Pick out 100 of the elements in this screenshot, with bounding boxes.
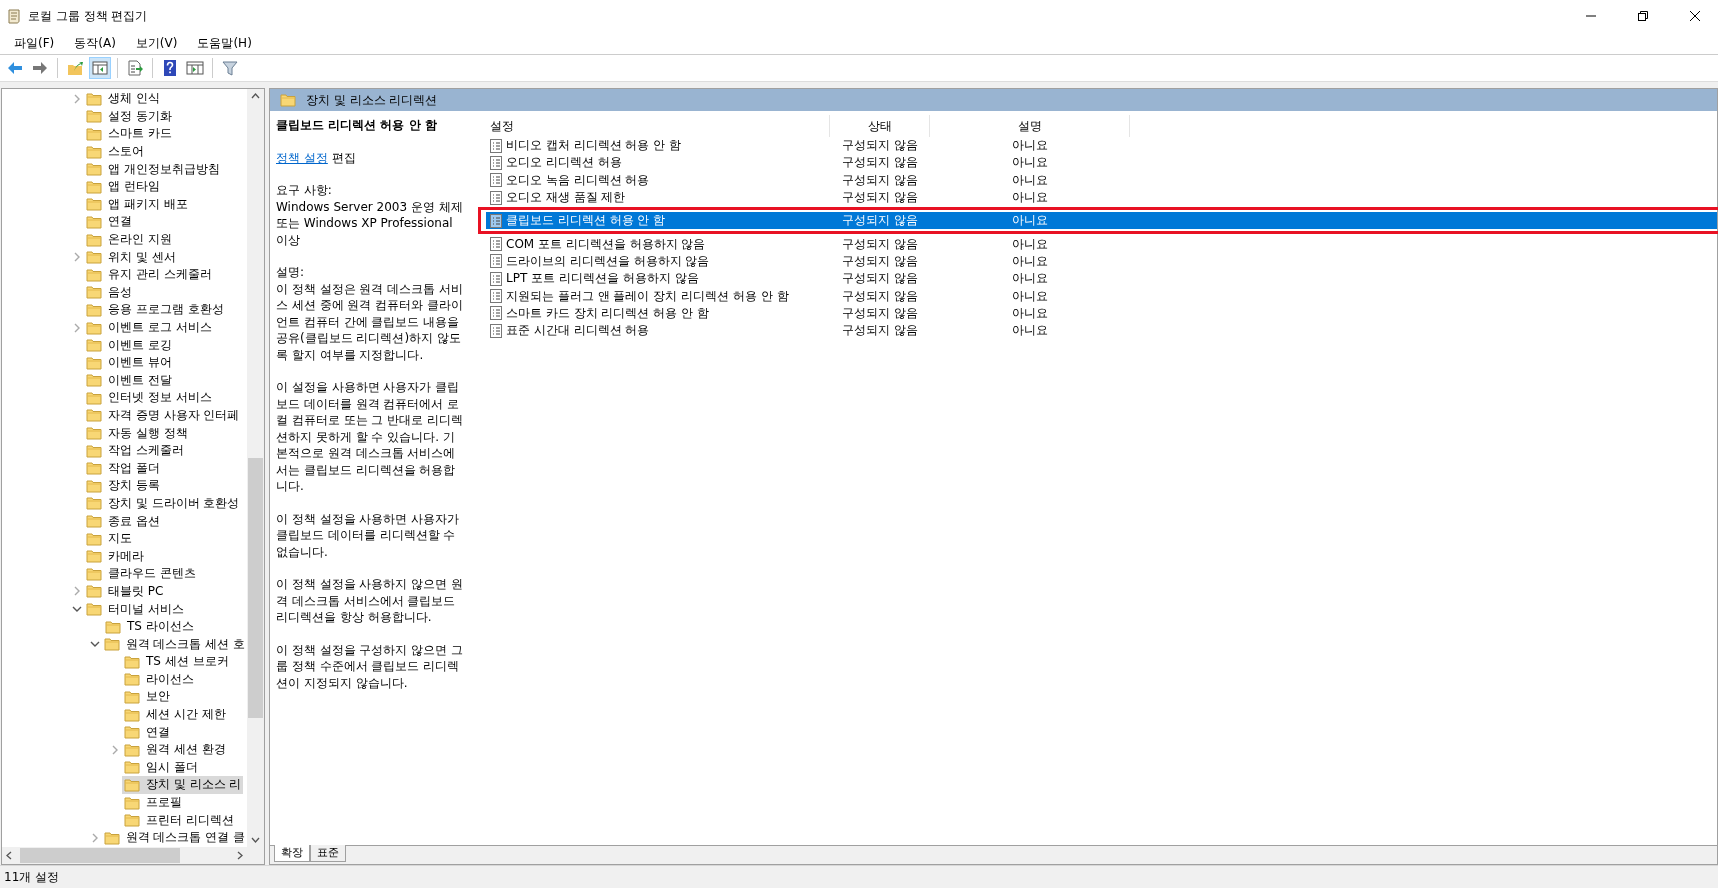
chevron-down-icon[interactable]: [90, 640, 101, 648]
tree-item[interactable]: 인터넷 정보 서비스: [84, 388, 214, 407]
state-cell-text: 구성되지 않음: [841, 270, 919, 288]
tree-item[interactable]: 임시 폴더: [122, 758, 200, 777]
filter-icon: [221, 59, 239, 77]
chevron-right-icon[interactable]: [91, 832, 99, 843]
folder-up-icon: [66, 59, 84, 77]
tree-item[interactable]: 앱 패키지 배포: [84, 195, 190, 214]
folder-icon: [124, 725, 140, 740]
tree-item[interactable]: 종료 옵션: [84, 512, 162, 531]
description-paragraph: 이 정책 설정은 원격 데스크톱 서비스 세션 중에 원격 컴퓨터와 클라이언트 컴퓨터 간에 클립보드 내용을 공유(클립보드 리디렉션)하지 않도록 할지 여부를 지정합니다.: [276, 280, 465, 363]
table-row[interactable]: 스마트 카드 장치 리디렉션 허용 안 함 구성되지 않음 아니요: [486, 304, 1717, 322]
chevron-right-icon[interactable]: [73, 93, 81, 104]
chevron-down-icon[interactable]: [72, 605, 82, 613]
tree-item[interactable]: 위치 및 센서: [84, 248, 178, 267]
tree-item[interactable]: 온라인 지원: [84, 230, 174, 249]
tree-item[interactable]: 프린터 리디렉션: [122, 811, 236, 830]
folder-icon: [86, 285, 102, 300]
tree-item[interactable]: TS 라이선스: [103, 617, 196, 636]
table-row[interactable]: 오디오 재생 품질 제한 구성되지 않음 아니요: [486, 188, 1717, 207]
tree-item[interactable]: 응용 프로그램 호환성: [84, 300, 226, 319]
document-icon: [490, 237, 502, 252]
tree-item[interactable]: 터미널 서비스: [84, 600, 186, 618]
folder-icon: [124, 707, 140, 722]
tree-item[interactable]: 이벤트 로그 서비스: [84, 318, 214, 337]
menu-item[interactable]: 도움말(H): [187, 32, 262, 54]
column-header[interactable]: 상태: [830, 115, 930, 137]
folder-icon: [86, 514, 102, 529]
comment-cell-text: 아니요: [1011, 137, 1049, 155]
tree-item[interactable]: 자동 실행 정책: [84, 424, 190, 443]
folder-icon: [124, 742, 140, 757]
tree-item[interactable]: TS 세션 브로커: [122, 652, 231, 671]
chevron-right-icon[interactable]: [111, 744, 119, 755]
tree-item[interactable]: 음성: [84, 283, 134, 302]
export-list-icon: [126, 59, 144, 77]
tree-item[interactable]: 원격 데스크톱 연결 클: [101, 828, 247, 847]
horizontal-scrollbar[interactable]: [2, 847, 264, 864]
tree-item[interactable]: 보안: [122, 688, 172, 706]
tree-item[interactable]: 카메라: [84, 547, 146, 566]
folder-icon: [86, 302, 102, 317]
table-row[interactable]: 비디오 캡처 리디렉션 허용 안 함 구성되지 않음 아니요: [486, 137, 1717, 155]
tree-item[interactable]: 클라우드 콘텐츠: [84, 564, 198, 583]
tree-item[interactable]: 앱 개인정보취급방침: [84, 160, 222, 179]
menu-item[interactable]: 동작(A): [64, 32, 126, 54]
tree-item[interactable]: 장치 및 리소스 리: [122, 775, 244, 794]
tree-item[interactable]: 설정 동기화: [84, 107, 174, 126]
vertical-scrollbar[interactable]: [247, 89, 264, 847]
comment-cell-text: 아니요: [1011, 235, 1049, 253]
view-tab[interactable]: 확장: [274, 845, 310, 862]
folder-icon: [124, 690, 140, 704]
table-row[interactable]: 표준 시간대 리디렉션 허용 구성되지 않음 아니요: [486, 321, 1717, 340]
state-cell-text: 구성되지 않음: [841, 287, 919, 305]
folder-icon: [103, 637, 120, 652]
view-tab[interactable]: 표준: [310, 845, 346, 862]
tree-item[interactable]: 작업 폴더: [84, 459, 162, 478]
tree-item[interactable]: 앱 런타임: [84, 177, 162, 196]
tree-item[interactable]: 생체 인식: [84, 89, 162, 108]
table-row[interactable]: COM 포트 리디렉션을 허용하지 않음 구성되지 않음 아니요: [486, 235, 1717, 253]
menu-item[interactable]: 보기(V): [125, 32, 188, 54]
tree-item[interactable]: 지도: [84, 529, 134, 548]
state-cell-text: 구성되지 않음: [841, 137, 919, 155]
tree-item[interactable]: 작업 스케줄러: [84, 441, 186, 460]
table-row[interactable]: 지원되는 플러그 앤 플레이 장치 리디렉션 허용 안 함 구성되지 않음 아니요: [486, 287, 1717, 305]
menu-item[interactable]: 파일(F): [4, 32, 65, 54]
window-title: 로컬 그룹 정책 편집기: [28, 7, 149, 25]
tree-item[interactable]: 이벤트 뷰어: [84, 353, 174, 372]
chevron-right-icon[interactable]: [73, 322, 81, 333]
policy-settings-link[interactable]: 정책 설정: [276, 150, 328, 165]
column-header[interactable]: 설정: [486, 115, 830, 137]
tree-item[interactable]: 장치 등록: [84, 476, 162, 495]
tree-item[interactable]: 세션 시간 제한: [122, 705, 228, 724]
tree-item[interactable]: 원격 데스크톱 세션 호: [101, 635, 247, 654]
table-row[interactable]: 오디오 녹음 리디렉션 허용 구성되지 않음 아니요: [486, 171, 1717, 189]
table-row[interactable]: LPT 포트 리디렉션을 허용하지 않음 구성되지 않음 아니요: [486, 270, 1717, 288]
column-header[interactable]: 설명: [930, 115, 1130, 137]
tree-item[interactable]: 원격 세션 환경: [122, 740, 228, 759]
document-icon: [490, 155, 502, 170]
tree-item[interactable]: 프로필: [122, 793, 184, 812]
tree-item[interactable]: 연결: [84, 212, 134, 231]
tree-item[interactable]: 스토어: [84, 142, 146, 161]
tree-item[interactable]: 이벤트 전달: [84, 371, 174, 390]
comment-cell-text: 아니요: [1011, 270, 1049, 288]
tree-item[interactable]: 유지 관리 스케줄러: [84, 265, 214, 284]
tree-item[interactable]: 라이선스: [122, 670, 196, 689]
table-row[interactable]: 드라이브의 리디렉션을 허용하지 않음 구성되지 않음 아니요: [486, 252, 1717, 271]
requirements-label: 요구 사항:: [276, 182, 333, 199]
tree-item[interactable]: 이벤트 로깅: [84, 336, 174, 355]
chevron-right-icon[interactable]: [73, 586, 81, 597]
document-icon: [490, 138, 502, 153]
tree-item[interactable]: 자격 증명 사용자 인터페: [84, 406, 242, 425]
tree-pane-button[interactable]: [89, 57, 111, 79]
tree-item[interactable]: 태블릿 PC: [84, 582, 166, 601]
folder-icon: [86, 390, 102, 405]
folder-icon: [105, 619, 121, 634]
tree-item[interactable]: 장치 및 드라이버 호환성: [84, 494, 242, 513]
table-row[interactable]: 클립보드 리디렉션 허용 안 함 구성되지 않음 아니요: [486, 212, 1717, 230]
tree-item[interactable]: 스마트 카드: [84, 125, 174, 143]
tree-item[interactable]: 연결: [122, 723, 172, 742]
table-row[interactable]: 오디오 리디렉션 허용 구성되지 않음 아니요: [486, 154, 1717, 172]
chevron-right-icon[interactable]: [73, 252, 81, 263]
